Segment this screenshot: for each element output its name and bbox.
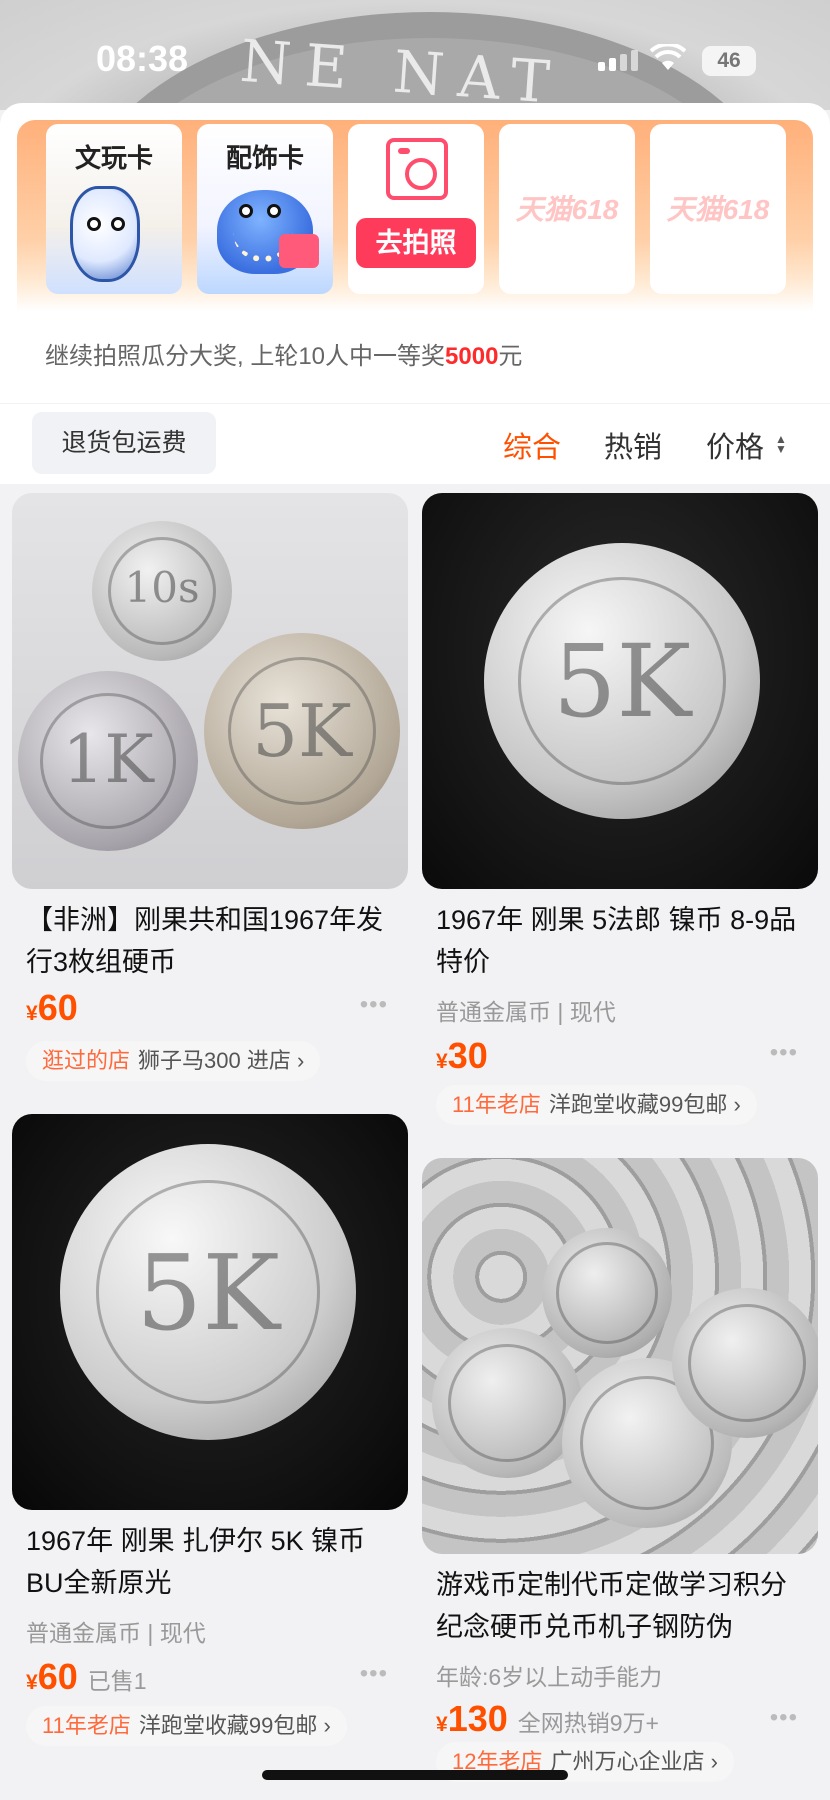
status-bar: 08:38 46 bbox=[0, 0, 830, 110]
product-price: ¥130 全网热销9万+ bbox=[436, 1698, 659, 1739]
free-return-filter-chip[interactable]: 退货包运费 bbox=[32, 412, 216, 474]
chevron-right-icon: › bbox=[296, 1048, 305, 1073]
coin-5k: 5K bbox=[204, 633, 400, 829]
token-coin bbox=[432, 1328, 582, 1478]
product-image[interactable]: 5K bbox=[422, 493, 818, 889]
product-attributes: 普通金属币 | 现代 bbox=[26, 1620, 206, 1646]
tip-text: 继续拍照瓜分大奖, 上轮10人中一等奖5000元 bbox=[45, 343, 523, 370]
card-wenwan[interactable]: 文玩卡 bbox=[46, 124, 182, 294]
tmall-618-logo: 天猫618 bbox=[666, 194, 770, 225]
shop-tag: 逛过的店 bbox=[42, 1048, 131, 1073]
card-tmall-618[interactable]: 天猫618 bbox=[499, 124, 635, 294]
product-image[interactable]: 5K bbox=[12, 1114, 408, 1510]
chevron-right-icon: › bbox=[710, 1749, 718, 1774]
shop-name: 广州万心企业店 bbox=[550, 1749, 705, 1774]
home-indicator[interactable] bbox=[262, 1770, 568, 1780]
shop-name: 洋跑堂收藏99包邮 bbox=[138, 1713, 318, 1738]
coin-5k: 5K bbox=[60, 1144, 356, 1440]
product-title: 1967年 刚果 5法郎 镍币 8-9品 特价 bbox=[436, 905, 797, 977]
shop-link[interactable]: 11年老店 洋跑堂收藏99包邮 › bbox=[26, 1706, 347, 1746]
product-attributes: 年龄:6岁以上动手能力 bbox=[436, 1664, 663, 1690]
signal-icon bbox=[598, 50, 638, 71]
take-photo-button[interactable]: 去拍照 bbox=[356, 218, 476, 268]
token-coin bbox=[542, 1228, 672, 1358]
vase-illustration bbox=[70, 186, 140, 282]
sort-price[interactable]: 价格 bbox=[706, 424, 764, 466]
product-attributes: 普通金属币 | 现代 bbox=[436, 999, 616, 1025]
product-title: 1967年 刚果 扎伊尔 5K 镍币 BU全新原光 bbox=[26, 1526, 366, 1598]
card-label: 配饰卡 bbox=[225, 143, 304, 173]
sort-comprehensive[interactable]: 综合 bbox=[503, 424, 561, 466]
tip-amount: 5000 bbox=[445, 343, 499, 370]
battery-indicator: 46 bbox=[702, 46, 756, 76]
chevron-right-icon: › bbox=[733, 1092, 741, 1117]
product-card[interactable]: 5K 1967年 刚果 5法郎 镍币 8-9品 特价 普通金属币 | 现代 ¥3… bbox=[422, 493, 818, 1133]
sort-caret-icon: ▲ ▼ bbox=[775, 432, 787, 456]
camera-icon bbox=[386, 138, 448, 200]
shop-link[interactable]: 逛过的店 狮子马300 进店 › bbox=[26, 1041, 321, 1081]
gift-illustration bbox=[279, 234, 319, 268]
card-take-photo[interactable]: 去拍照 bbox=[348, 124, 484, 294]
shop-name: 狮子马300 进店 bbox=[138, 1048, 291, 1073]
shop-tag: 11年老店 bbox=[452, 1092, 541, 1117]
coin-10s: 10s bbox=[92, 521, 232, 661]
sort-hot-sales[interactable]: 热销 bbox=[604, 424, 662, 466]
wifi-icon bbox=[650, 44, 686, 70]
product-image[interactable] bbox=[422, 1158, 818, 1554]
token-coin bbox=[672, 1288, 818, 1438]
chevron-right-icon: › bbox=[323, 1713, 331, 1738]
more-icon[interactable]: ••• bbox=[770, 1039, 798, 1067]
product-card[interactable]: 5K 1967年 刚果 扎伊尔 5K 镍币 BU全新原光 普通金属币 | 现代 … bbox=[12, 1114, 408, 1754]
product-image[interactable]: 10s 1K 5K bbox=[12, 493, 408, 889]
shop-link[interactable]: 11年老店 洋跑堂收藏99包邮 › bbox=[436, 1085, 757, 1125]
more-icon[interactable]: ••• bbox=[360, 991, 388, 1019]
more-icon[interactable]: ••• bbox=[360, 1660, 388, 1688]
product-title: 【非洲】刚果共和国1967年发行3枚组硬币 bbox=[26, 905, 384, 977]
card-tmall-618[interactable]: 天猫618 bbox=[650, 124, 786, 294]
tmall-618-logo: 天猫618 bbox=[515, 194, 619, 225]
shop-name: 洋跑堂收藏99包邮 bbox=[548, 1092, 728, 1117]
more-icon[interactable]: ••• bbox=[770, 1704, 798, 1732]
product-price: ¥60 bbox=[26, 987, 78, 1028]
sort-bar: 退货包运费 综合 热销 价格 ▲ ▼ bbox=[0, 404, 830, 484]
coin-5k: 5K bbox=[484, 543, 760, 819]
sold-count: 全网热销9万+ bbox=[517, 1710, 659, 1736]
product-card[interactable]: 10s 1K 5K 【非洲】刚果共和国1967年发行3枚组硬币 ¥60 ••• … bbox=[12, 493, 408, 1081]
product-card[interactable]: 游戏币定制代币定做学习积分纪念硬币兑币机子钢防伪 年龄:6岁以上动手能力 ¥13… bbox=[422, 1158, 818, 1782]
card-accessory[interactable]: 配饰卡 bbox=[197, 124, 333, 294]
sold-count: 已售1 bbox=[87, 1668, 147, 1694]
shop-tag: 11年老店 bbox=[42, 1713, 131, 1738]
product-price: ¥30 bbox=[436, 1035, 488, 1076]
status-time: 08:38 bbox=[96, 38, 189, 79]
promo-tip: 继续拍照瓜分大奖, 上轮10人中一等奖5000元 bbox=[17, 316, 813, 386]
coin-1k: 1K bbox=[18, 671, 198, 851]
card-label: 文玩卡 bbox=[74, 143, 153, 173]
product-price: ¥60 已售1 bbox=[26, 1656, 147, 1697]
product-title: 游戏币定制代币定做学习积分纪念硬币兑币机子钢防伪 bbox=[436, 1570, 787, 1642]
